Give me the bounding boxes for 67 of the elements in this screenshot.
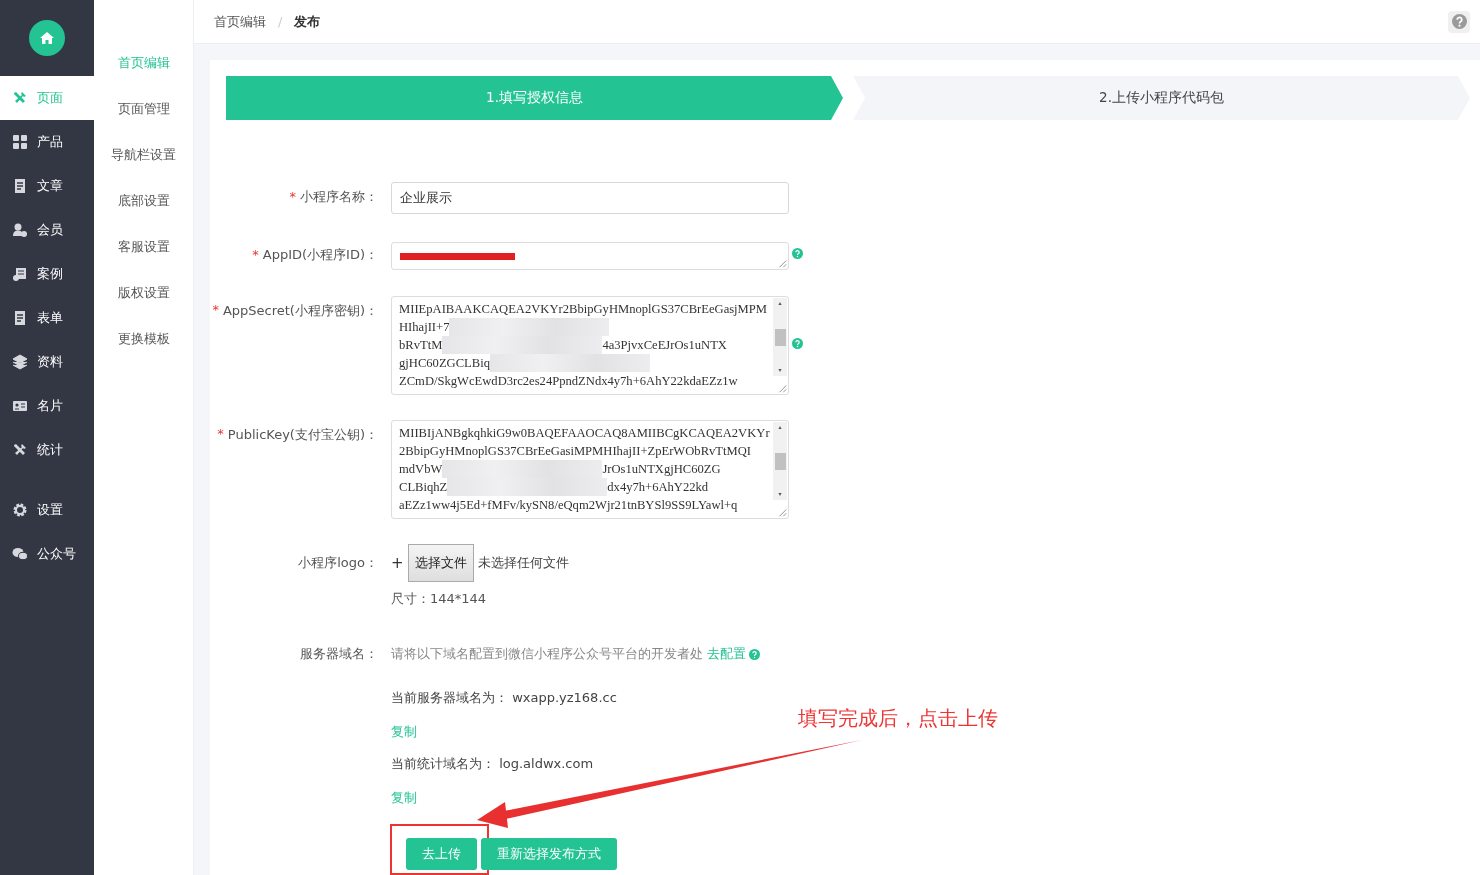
grid-icon	[12, 134, 28, 150]
plus-icon: +	[391, 554, 404, 572]
scrollbar[interactable]	[773, 298, 787, 376]
text-field[interactable]	[391, 242, 789, 270]
required-mark: *	[289, 188, 296, 206]
domain-text: 当前服务器域名为： wxapp.yz168.cc	[391, 689, 618, 707]
tools-icon	[12, 90, 28, 106]
text-area[interactable]: MIIEpAIBAAKCAQEA2VKYr2BbipGyHMnoplGS37CBrEeGasjMPM HIhajII+7 bRvTtM 4a3PjvxCeEJrOs1uNTX gjHC60ZGCLBiq ZCmD/SkgWcEwdD3rc2es24PpndZNdx4y7h+6AhY22kdaEZz1w	[391, 296, 789, 395]
field-label: 小程序名称：	[300, 188, 378, 206]
sidebar-item[interactable]: 会员	[0, 208, 94, 252]
sidebar-item[interactable]: 产品	[0, 120, 94, 164]
down-arrow-icon	[776, 368, 784, 373]
scroll-thumb[interactable]	[774, 452, 786, 470]
field-label: AppID(小程序ID)：	[262, 246, 378, 264]
size-note: 尺寸：144*144	[391, 590, 488, 608]
file-status: 未选择任何文件	[477, 554, 569, 572]
sidebar-item[interactable]: 资料	[0, 340, 94, 384]
text-area[interactable]: MIIBIjANBgkqhkiG9w0BAQEFAAOCAQ8AMIIBCgKCAQEA2VKYr 2BbipGyHMnoplGS37CBrEeGasiMPMHIhajII+ZpErWObRvTtMQI mdVbW JrOs1uNTXgjHC60ZG CLBiqhZ dx4y7h+6AhY22kd aEZz1ww4j5Ed+fMFv/kySN8/eQqm2Wjr21tnBYSl9SS9LYawl+q	[391, 420, 789, 519]
gear-icon	[12, 502, 28, 518]
breadcrumb-link[interactable]: 首页编辑	[214, 12, 266, 31]
required-mark: *	[217, 426, 224, 443]
field-label: PublicKey(支付宝公钥)：	[227, 426, 378, 444]
sidebar-item[interactable]: 案例	[0, 252, 94, 296]
sidebar-item[interactable]: 设置	[0, 488, 94, 532]
sidebar-item[interactable]: 统计	[0, 428, 94, 472]
up-arrow-icon	[776, 425, 784, 430]
scrollbar[interactable]	[773, 422, 787, 500]
domain-text: 当前统计域名为： log.aldwx.com	[391, 755, 595, 773]
field-label: 服务器域名：	[300, 645, 378, 663]
submenu-item[interactable]: 客服设置	[117, 238, 170, 256]
document-icon	[12, 178, 28, 194]
user-icon	[12, 222, 28, 238]
field-label: AppSecret(小程序密钥)：	[222, 302, 378, 320]
help-icon[interactable]	[749, 648, 760, 660]
scroll-icon	[12, 266, 28, 282]
sidebar-item[interactable]: 文章	[0, 164, 94, 208]
submenu-item[interactable]: 更换模板	[117, 330, 170, 348]
help-icon[interactable]	[792, 338, 803, 349]
up-arrow-icon	[776, 301, 784, 306]
text-field[interactable]: 企业展示	[391, 182, 789, 214]
required-mark: *	[212, 302, 219, 319]
home-icon	[39, 30, 55, 46]
hint-text: 请将以下域名配置到微信小程序公众号平台的开发者处	[391, 645, 703, 663]
submenu-item[interactable]: 导航栏设置	[111, 146, 176, 164]
help-icon[interactable]	[792, 248, 803, 259]
document-icon	[12, 310, 28, 326]
chat-icon	[12, 546, 28, 562]
choose-file-button[interactable]: 选择文件	[407, 544, 474, 582]
sidebar-item[interactable]: 公众号	[0, 532, 94, 576]
tools-icon	[12, 442, 28, 458]
annotation-text: 填写完成后，点击上传	[798, 706, 998, 731]
submenu-item[interactable]: 底部设置	[117, 192, 170, 210]
required-mark: *	[252, 246, 259, 264]
submenu-item[interactable]: 页面管理	[117, 100, 170, 118]
breadcrumb-current: 发布	[294, 12, 321, 31]
id-card-icon	[12, 398, 28, 414]
logo[interactable]	[29, 20, 65, 56]
layers-icon	[12, 354, 28, 370]
sidebar-item[interactable]: 名片	[0, 384, 94, 428]
breadcrumb-separator: /	[278, 14, 283, 29]
scroll-thumb[interactable]	[774, 328, 786, 346]
down-arrow-icon	[776, 492, 784, 497]
help-icon[interactable]	[1448, 10, 1470, 33]
field-label: 小程序logo：	[298, 554, 378, 572]
question-mark-icon	[1451, 14, 1467, 29]
sidebar-item[interactable]: 表单	[0, 296, 94, 340]
submenu-item[interactable]: 版权设置	[117, 284, 170, 302]
